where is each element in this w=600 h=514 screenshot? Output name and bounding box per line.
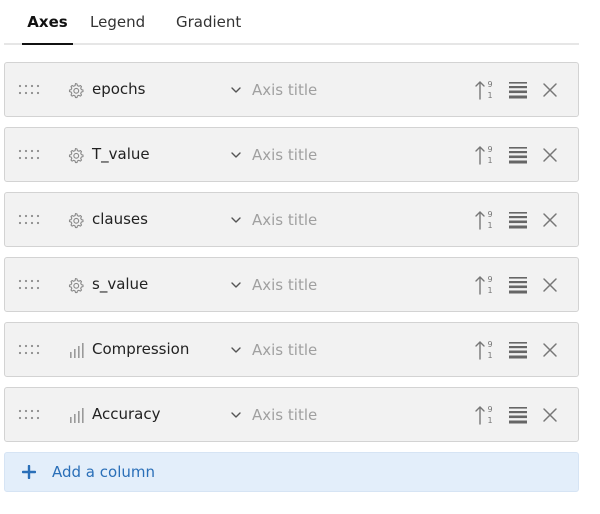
tab-legend[interactable]: Legend — [90, 0, 145, 45]
line-style-icon[interactable] — [508, 80, 528, 100]
drag-handle-icon[interactable] — [18, 407, 42, 423]
axis-title-input[interactable] — [252, 141, 452, 168]
sort-digit-top: 9 — [488, 275, 493, 284]
column-row: epochs91 — [4, 62, 579, 117]
drag-handle-icon[interactable] — [18, 82, 42, 98]
column-name: Compression — [92, 340, 190, 358]
chevron-down-icon[interactable] — [229, 148, 243, 162]
sort-ascending-icon[interactable]: 91 — [474, 273, 496, 297]
drag-handle-icon[interactable] — [18, 277, 42, 293]
axis-title-input[interactable] — [252, 401, 452, 428]
column-name: s_value — [92, 275, 149, 293]
close-icon[interactable] — [541, 146, 559, 164]
plus-icon — [22, 465, 36, 479]
close-icon[interactable] — [541, 81, 559, 99]
column-row: clauses91 — [4, 192, 579, 247]
line-style-icon[interactable] — [508, 340, 528, 360]
close-icon[interactable] — [541, 276, 559, 294]
sort-ascending-icon[interactable]: 91 — [474, 143, 496, 167]
column-name: epochs — [92, 80, 146, 98]
close-icon[interactable] — [541, 211, 559, 229]
sort-digit-bottom: 1 — [488, 156, 493, 165]
gear-icon — [68, 212, 84, 229]
chevron-down-icon[interactable] — [229, 408, 243, 422]
chevron-down-icon[interactable] — [229, 213, 243, 227]
tab-axes[interactable]: Axes — [22, 0, 73, 45]
sort-ascending-icon[interactable]: 91 — [474, 208, 496, 232]
column-row: Compression91 — [4, 322, 579, 377]
column-name: Accuracy — [92, 405, 161, 423]
chevron-down-icon[interactable] — [229, 343, 243, 357]
sort-ascending-icon[interactable]: 91 — [474, 403, 496, 427]
axis-title-input[interactable] — [252, 206, 452, 233]
close-icon[interactable] — [541, 341, 559, 359]
sort-ascending-icon[interactable]: 91 — [474, 78, 496, 102]
column-row: s_value91 — [4, 257, 579, 312]
drag-handle-icon[interactable] — [18, 342, 42, 358]
column-name: T_value — [92, 145, 150, 163]
sort-digit-top: 9 — [488, 405, 493, 414]
line-style-icon[interactable] — [508, 405, 528, 425]
sort-digit-bottom: 1 — [488, 221, 493, 230]
axis-title-input[interactable] — [252, 271, 452, 298]
drag-handle-icon[interactable] — [18, 147, 42, 163]
column-row: Accuracy91 — [4, 387, 579, 442]
sort-digit-bottom: 1 — [488, 416, 493, 425]
add-column-button[interactable]: Add a column — [4, 452, 579, 492]
bar-chart-icon — [70, 343, 84, 358]
drag-handle-icon[interactable] — [18, 212, 42, 228]
bar-chart-icon — [70, 408, 84, 423]
gear-icon — [68, 147, 84, 164]
sort-digit-top: 9 — [488, 210, 493, 219]
column-row: T_value91 — [4, 127, 579, 182]
chevron-down-icon[interactable] — [229, 83, 243, 97]
column-name: clauses — [92, 210, 148, 228]
sort-digit-bottom: 1 — [488, 286, 493, 295]
line-style-icon[interactable] — [508, 275, 528, 295]
tab-gradient[interactable]: Gradient — [176, 0, 241, 45]
close-icon[interactable] — [541, 406, 559, 424]
tab-bar: Axes Legend Gradient — [4, 0, 579, 45]
gear-icon — [68, 277, 84, 294]
line-style-icon[interactable] — [508, 210, 528, 230]
chevron-down-icon[interactable] — [229, 278, 243, 292]
sort-digit-bottom: 1 — [488, 91, 493, 100]
sort-digit-top: 9 — [488, 80, 493, 89]
sort-digit-top: 9 — [488, 145, 493, 154]
sort-digit-bottom: 1 — [488, 351, 493, 360]
axis-title-input[interactable] — [252, 336, 452, 363]
sort-digit-top: 9 — [488, 340, 493, 349]
line-style-icon[interactable] — [508, 145, 528, 165]
axis-title-input[interactable] — [252, 76, 452, 103]
sort-ascending-icon[interactable]: 91 — [474, 338, 496, 362]
gear-icon — [68, 82, 84, 99]
add-column-label: Add a column — [52, 463, 155, 481]
